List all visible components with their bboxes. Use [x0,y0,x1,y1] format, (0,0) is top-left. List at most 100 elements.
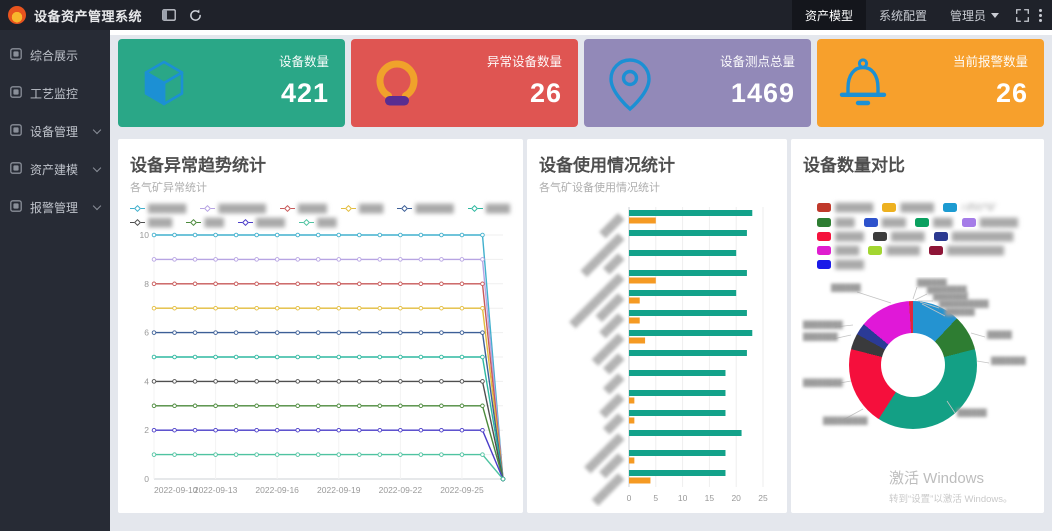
menu-square-icon [10,48,22,63]
sidebar: 综合展示工艺监控设备管理资产建模报警管理 [0,30,110,531]
sidebar-item-1[interactable]: 工艺监控 [0,74,110,112]
refresh-icon[interactable] [182,0,208,30]
legend-swatch [868,246,882,255]
svg-text:██████: ██████ [957,408,987,418]
sidebar-item-2[interactable]: 设备管理 [0,112,110,150]
petrochina-logo [8,6,26,24]
legend-label-blurred: ████ [933,218,952,227]
more-icon[interactable] [1035,9,1052,22]
legend-item-7[interactable]: ████ [186,218,223,227]
svg-text:2: 2 [144,425,149,435]
stat-label: 设备测点总量 [720,51,795,70]
sidebar-item-label: 设备管理 [30,123,78,140]
stat-value: 421 [279,78,329,109]
donut-legend-item-7[interactable]: ██████ [817,232,863,241]
svg-text:█████: █████ [599,213,625,239]
legend-marker [130,204,145,213]
svg-text:25: 25 [758,493,768,503]
panel-device-compare: 设备数量对比 ███████████████川西北气矿█████████████… [791,139,1044,513]
legend-item-0[interactable]: ████████ [130,204,185,213]
legend-swatch [873,232,887,241]
user-label: 管理员 [950,7,986,24]
legend-item-8[interactable]: ██████ [238,218,284,227]
svg-text:2022-09-22: 2022-09-22 [379,485,423,495]
legend-label-blurred: ███████ [900,203,933,212]
user-menu[interactable]: 管理员 [940,7,1009,24]
windows-activation-watermark: 激活 Windows 转到“设置”以激活 Windows。 [889,467,1013,505]
legend-label-blurred: ██████ [835,232,863,241]
chevron-down-icon [93,125,101,133]
donut-legend-item-0[interactable]: ████████ [817,202,872,213]
svg-text:15: 15 [705,493,715,503]
line-chart: 2022-09-102022-09-132022-09-162022-09-19… [128,227,511,499]
legend-swatch [929,246,943,255]
legend-label-blurred: █████ [882,218,905,227]
panel-title: 设备异常趋势统计 [130,151,513,176]
svg-text:2022-09-13: 2022-09-13 [194,485,238,495]
legend-marker [238,218,253,227]
stat-label: 设备数量 [279,51,329,70]
donut-callout-labels: ████████████████████████████████████████… [801,277,1034,465]
donut-legend-item-9[interactable]: █████████████ [934,232,1013,241]
donut-legend-item-10[interactable]: █████ [817,246,858,255]
legend-marker [200,204,215,213]
donut-legend-item-13[interactable]: ██████ [817,260,863,269]
legend-item-2[interactable]: ██████ [280,204,326,213]
svg-text:███████: ███████ [592,473,626,507]
fullscreen-icon[interactable] [1009,0,1035,30]
legend-item-5[interactable]: █████ [468,204,509,213]
legend-swatch [934,232,948,241]
svg-text:10: 10 [140,230,150,240]
donut-legend-item-5[interactable]: ████ [915,218,952,227]
donut-legend-item-1[interactable]: ███████ [882,202,933,213]
sidebar-item-4[interactable]: 报警管理 [0,188,110,226]
legend-label-blurred: ████████ [980,218,1017,227]
panel-title: 设备数量对比 [803,151,1034,176]
menu-square-icon [10,162,22,177]
sidebar-item-label: 报警管理 [30,199,78,216]
legend-label-blurred: ██████████ [218,204,265,213]
chevron-down-icon [93,163,101,171]
legend-item-6[interactable]: █████ [130,218,171,227]
topnav-item-0[interactable]: 资产模型 [792,0,866,30]
legend-item-4[interactable]: ████████ [397,204,452,213]
legend-label-blurred: ████ [204,218,223,227]
donut-legend-item-11[interactable]: ███████ [868,246,919,255]
svg-text:8: 8 [144,279,149,289]
donut-legend-item-8[interactable]: ███████ [873,232,924,241]
panel-title: 设备使用情况统计 [539,151,777,176]
donut-legend-item-2[interactable]: 川西北气矿 [943,202,996,213]
menu-square-icon [10,86,22,101]
svg-text:5: 5 [653,493,658,503]
svg-text:███████: ███████ [803,332,838,342]
svg-text:20: 20 [731,493,741,503]
legend-item-1[interactable]: ██████████ [200,204,265,213]
sidebar-item-3[interactable]: 资产建模 [0,150,110,188]
donut-legend-item-4[interactable]: █████ [864,218,905,227]
svg-text:█████: █████ [987,330,1012,340]
legend-item-9[interactable]: ████ [299,218,336,227]
chevron-down-icon [991,13,999,18]
legend-swatch [817,246,831,255]
donut-chart: ████████████████████████████████████████… [801,277,1034,465]
legend-swatch [943,203,957,212]
stat-value: 26 [487,78,562,109]
legend-swatch [817,232,831,241]
sidebar-item-label: 综合展示 [30,47,78,64]
sidebar-item-0[interactable]: 综合展示 [0,36,110,74]
legend-swatch [962,218,976,227]
donut-legend-item-12[interactable]: ████████████ [929,246,1003,255]
svg-text:2022-09-25: 2022-09-25 [440,485,484,495]
legend-item-3[interactable]: █████ [341,204,382,213]
donut-legend-item-6[interactable]: ████████ [962,218,1017,227]
legend-swatch [864,218,878,227]
sidebar-toggle-icon[interactable] [156,0,182,30]
legend-marker [341,204,356,213]
legend-marker [186,218,201,227]
legend-label-blurred: █████ [835,246,858,255]
legend-label-blurred: ████████ [148,204,185,213]
svg-text:██████: ██████ [831,283,861,293]
topnav-item-1[interactable]: 系统配置 [866,0,940,30]
donut-legend-item-3[interactable]: ████ [817,218,854,227]
line-chart-legend: ████████████████████████████████████████… [130,204,513,227]
